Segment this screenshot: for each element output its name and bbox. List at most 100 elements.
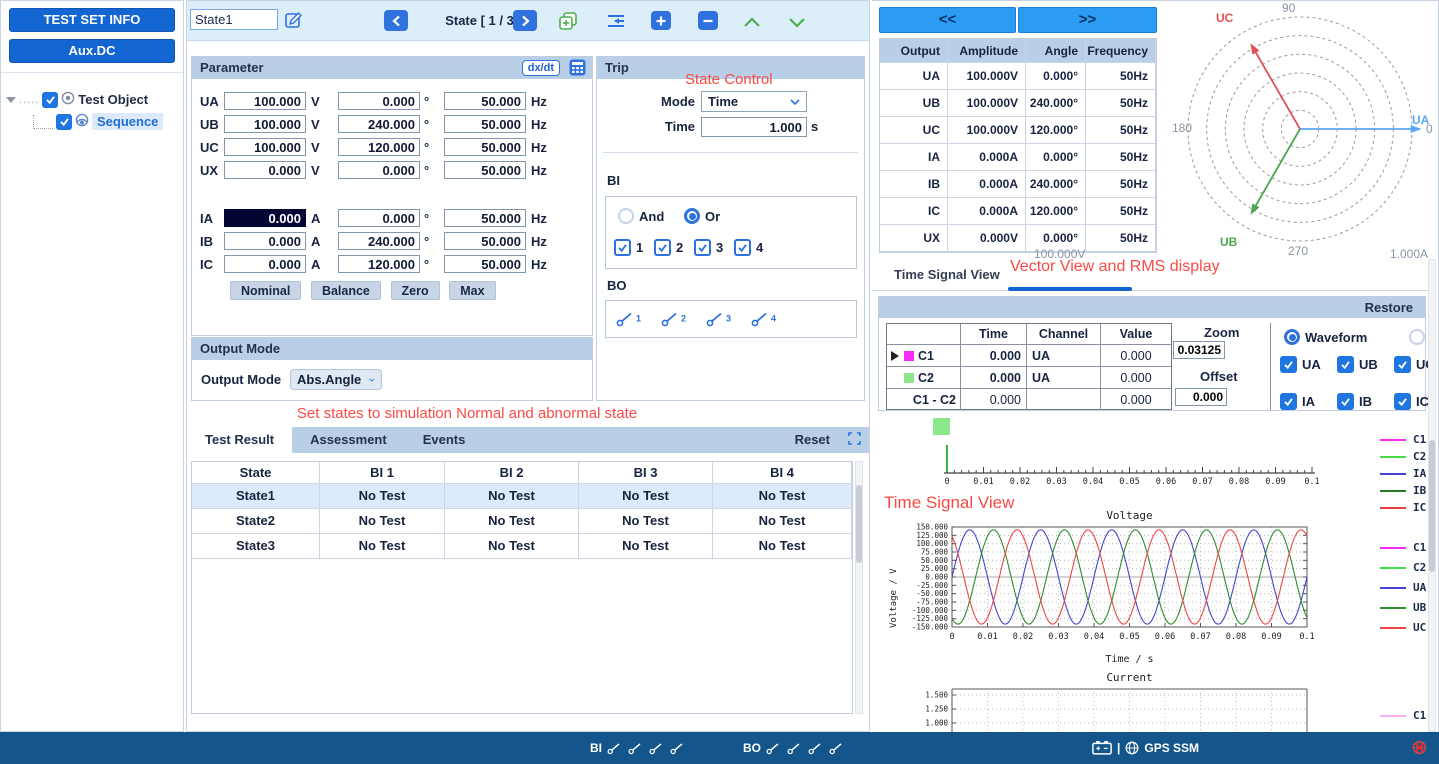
ia-angle-input[interactable] xyxy=(338,209,420,227)
remove-state-button[interactable] xyxy=(698,11,718,30)
uc-amplitude-input[interactable] xyxy=(224,138,306,156)
ia-checkbox[interactable] xyxy=(1280,393,1297,410)
ib-amplitude-input[interactable] xyxy=(224,232,306,250)
ua-amplitude-input[interactable] xyxy=(224,92,306,110)
ic-angle-input[interactable] xyxy=(338,255,420,273)
bi-check-4[interactable]: 4 xyxy=(734,239,763,256)
tab-assessment[interactable]: Assessment xyxy=(292,427,405,453)
uc-checkbox[interactable] xyxy=(1394,356,1411,373)
bi-check-1[interactable]: 1 xyxy=(614,239,643,256)
uc-frequency-input[interactable] xyxy=(444,138,526,156)
secondary-view-radio[interactable] xyxy=(1409,329,1425,345)
ia-frequency-input[interactable] xyxy=(444,209,526,227)
uc-angle-input[interactable] xyxy=(338,138,420,156)
next-state-button[interactable] xyxy=(513,10,537,31)
bi-check-3[interactable]: 3 xyxy=(694,239,723,256)
add-state-button[interactable] xyxy=(651,11,671,30)
bi-or-option[interactable]: Or xyxy=(684,208,720,224)
ua-frequency-input[interactable] xyxy=(444,92,526,110)
tree-label-test-object[interactable]: Test Object xyxy=(78,92,148,107)
results-scrollbar[interactable] xyxy=(855,461,863,714)
current-chart[interactable]: 1.5001.2501.000 xyxy=(872,685,1432,732)
cursor-row-c1[interactable]: C1 0.000 UA 0.000 xyxy=(887,345,1171,367)
calculator-icon[interactable] xyxy=(569,59,586,83)
bi-2-checkbox[interactable] xyxy=(654,239,671,256)
expand-icon[interactable] xyxy=(848,432,861,448)
restore-button[interactable]: Restore xyxy=(1365,300,1413,315)
channel-ib[interactable]: IB xyxy=(1337,393,1372,410)
bo-switch-2[interactable]: 2 xyxy=(661,309,686,330)
bo-2-switch-icon[interactable] xyxy=(787,740,803,755)
bi-4-switch-icon[interactable] xyxy=(670,740,686,755)
scrollbar-thumb[interactable] xyxy=(856,485,862,563)
bi-check-2[interactable]: 2 xyxy=(654,239,683,256)
ux-amplitude-input[interactable] xyxy=(224,161,306,179)
offset-input[interactable] xyxy=(1175,388,1227,406)
waveform-radio[interactable] xyxy=(1284,329,1300,345)
sequence-checkbox[interactable] xyxy=(56,114,72,130)
channel-ia[interactable]: IA xyxy=(1280,393,1315,410)
ub-angle-input[interactable] xyxy=(338,115,420,133)
cursor-row-c2[interactable]: C2 0.000 UA 0.000 xyxy=(887,367,1171,389)
tab-test-result[interactable]: Test Result xyxy=(187,427,292,453)
ub-amplitude-input[interactable] xyxy=(224,115,306,133)
bo-4-switch-icon[interactable] xyxy=(829,740,845,755)
move-state-up-button[interactable] xyxy=(741,11,763,33)
rms-next-button[interactable]: >> xyxy=(1018,7,1157,33)
ua-angle-input[interactable] xyxy=(338,92,420,110)
bi-1-checkbox[interactable] xyxy=(614,239,631,256)
bi-3-checkbox[interactable] xyxy=(694,239,711,256)
table-row[interactable]: State3 No Test No Test No Test No Test xyxy=(192,534,852,559)
trip-time-input[interactable] xyxy=(701,117,807,137)
overview-axis[interactable]: 00.010.020.030.040.050.060.070.080.090.1 xyxy=(872,437,1432,495)
and-radio[interactable] xyxy=(618,208,634,224)
nominal-button[interactable]: Nominal xyxy=(230,281,301,300)
bi-4-checkbox[interactable] xyxy=(734,239,751,256)
zoom-input[interactable] xyxy=(1173,341,1225,359)
table-row[interactable]: State1 No Test No Test No Test No Test xyxy=(192,484,852,509)
tree-item-sequence[interactable]: Sequence xyxy=(23,113,163,130)
test-object-checkbox[interactable] xyxy=(42,92,58,108)
waveform-option[interactable]: Waveform xyxy=(1284,329,1367,345)
ia-amplitude-input[interactable] xyxy=(224,209,306,227)
ux-frequency-input[interactable] xyxy=(444,161,526,179)
bo-switch-3[interactable]: 3 xyxy=(706,309,731,330)
bo-switch-4[interactable]: 4 xyxy=(751,309,776,330)
tab-time-signal-view[interactable]: Time Signal View xyxy=(894,267,1000,282)
ic-amplitude-input[interactable] xyxy=(224,255,306,273)
bi-2-switch-icon[interactable] xyxy=(628,740,644,755)
cursor-handle[interactable] xyxy=(933,418,950,435)
voltage-chart[interactable]: 150.000125.000100.00075.00050.00025.0000… xyxy=(872,523,1432,651)
rms-prev-button[interactable]: << xyxy=(879,7,1016,33)
tab-events[interactable]: Events xyxy=(405,427,484,453)
ux-angle-input[interactable] xyxy=(338,161,420,179)
state-name-input[interactable] xyxy=(190,9,278,30)
tree-collapse-icon[interactable] xyxy=(6,97,16,103)
scrollbar-thumb[interactable] xyxy=(1429,440,1435,572)
copy-state-button[interactable] xyxy=(557,10,579,32)
bo-3-switch-icon[interactable] xyxy=(808,740,824,755)
table-row[interactable]: State2 No Test No Test No Test No Test xyxy=(192,509,852,534)
reset-button[interactable]: Reset xyxy=(777,427,848,453)
ib-angle-input[interactable] xyxy=(338,232,420,250)
right-scrollbar[interactable] xyxy=(1428,259,1436,732)
network-status[interactable] xyxy=(1412,740,1427,755)
output-mode-select[interactable]: Abs.Angle xyxy=(290,369,382,390)
zero-button[interactable]: Zero xyxy=(391,281,440,300)
insert-state-button[interactable] xyxy=(605,10,627,32)
channel-ic[interactable]: IC xyxy=(1394,393,1429,410)
channel-ub[interactable]: UB xyxy=(1337,356,1378,373)
ic-checkbox[interactable] xyxy=(1394,393,1411,410)
ic-frequency-input[interactable] xyxy=(444,255,526,273)
max-button[interactable]: Max xyxy=(449,281,495,300)
tree-item-test-object[interactable]: ..... Test Object xyxy=(6,91,148,108)
tree-label-sequence[interactable]: Sequence xyxy=(92,113,163,130)
ub-frequency-input[interactable] xyxy=(444,115,526,133)
channel-ua[interactable]: UA xyxy=(1280,356,1321,373)
bi-and-option[interactable]: And xyxy=(618,208,664,224)
bo-switch-1[interactable]: 1 xyxy=(616,309,641,330)
test-set-info-button[interactable]: TEST SET INFO xyxy=(9,8,175,32)
bi-3-switch-icon[interactable] xyxy=(649,740,665,755)
ub-checkbox[interactable] xyxy=(1337,356,1354,373)
move-state-down-button[interactable] xyxy=(786,11,808,33)
